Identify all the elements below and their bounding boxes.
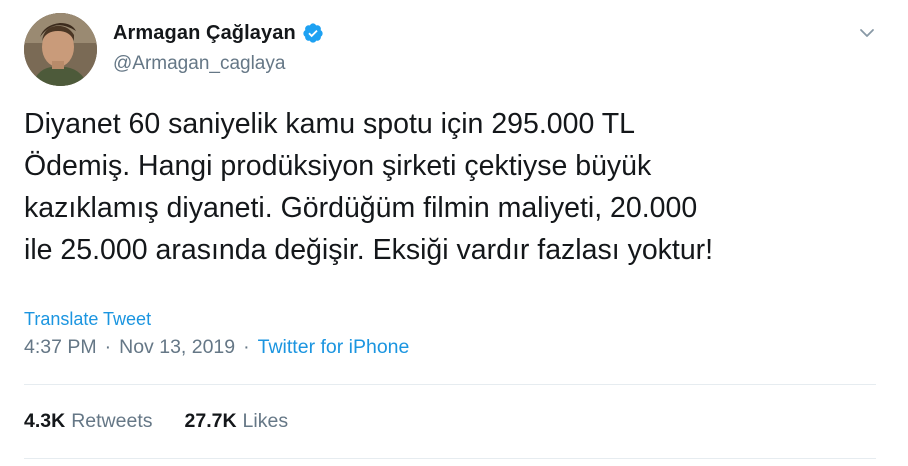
tweet-text: Diyanet 60 saniyelik kamu spotu için 295…: [24, 108, 714, 266]
tweet-source-link[interactable]: Twitter for iPhone: [258, 336, 410, 359]
tweet-meta: 4:37 PM · Nov 13, 2019 · Twitter for iPh…: [24, 336, 409, 359]
likes-stat[interactable]: 27.7K Likes: [185, 410, 289, 433]
name-row: Armagan Çağlayan: [113, 20, 324, 46]
tweet-stats: 4.3K Retweets 27.7K Likes: [24, 410, 320, 433]
tweet-card: Armagan Çağlayan @Armagan_caglaya Diyane…: [0, 0, 908, 466]
tweet-time[interactable]: 4:37 PM: [24, 336, 97, 359]
avatar[interactable]: [24, 13, 97, 86]
divider: [24, 458, 876, 459]
translate-tweet-link[interactable]: Translate Tweet: [24, 309, 151, 330]
verified-badge-icon: [302, 22, 324, 44]
chevron-down-icon[interactable]: [858, 24, 876, 42]
tweet-date[interactable]: Nov 13, 2019: [119, 336, 235, 359]
divider: [24, 384, 876, 385]
likes-count: 27.7K: [184, 410, 237, 432]
meta-separator: ·: [243, 336, 250, 358]
retweets-label: Retweets: [71, 410, 153, 432]
retweets-stat[interactable]: 4.3K Retweets: [24, 410, 153, 433]
user-handle[interactable]: @Armagan_caglaya: [113, 53, 285, 75]
meta-separator: ·: [104, 336, 112, 358]
display-name[interactable]: Armagan Çağlayan: [113, 22, 296, 45]
retweets-count: 4.3K: [24, 410, 66, 432]
likes-label: Likes: [242, 410, 289, 432]
